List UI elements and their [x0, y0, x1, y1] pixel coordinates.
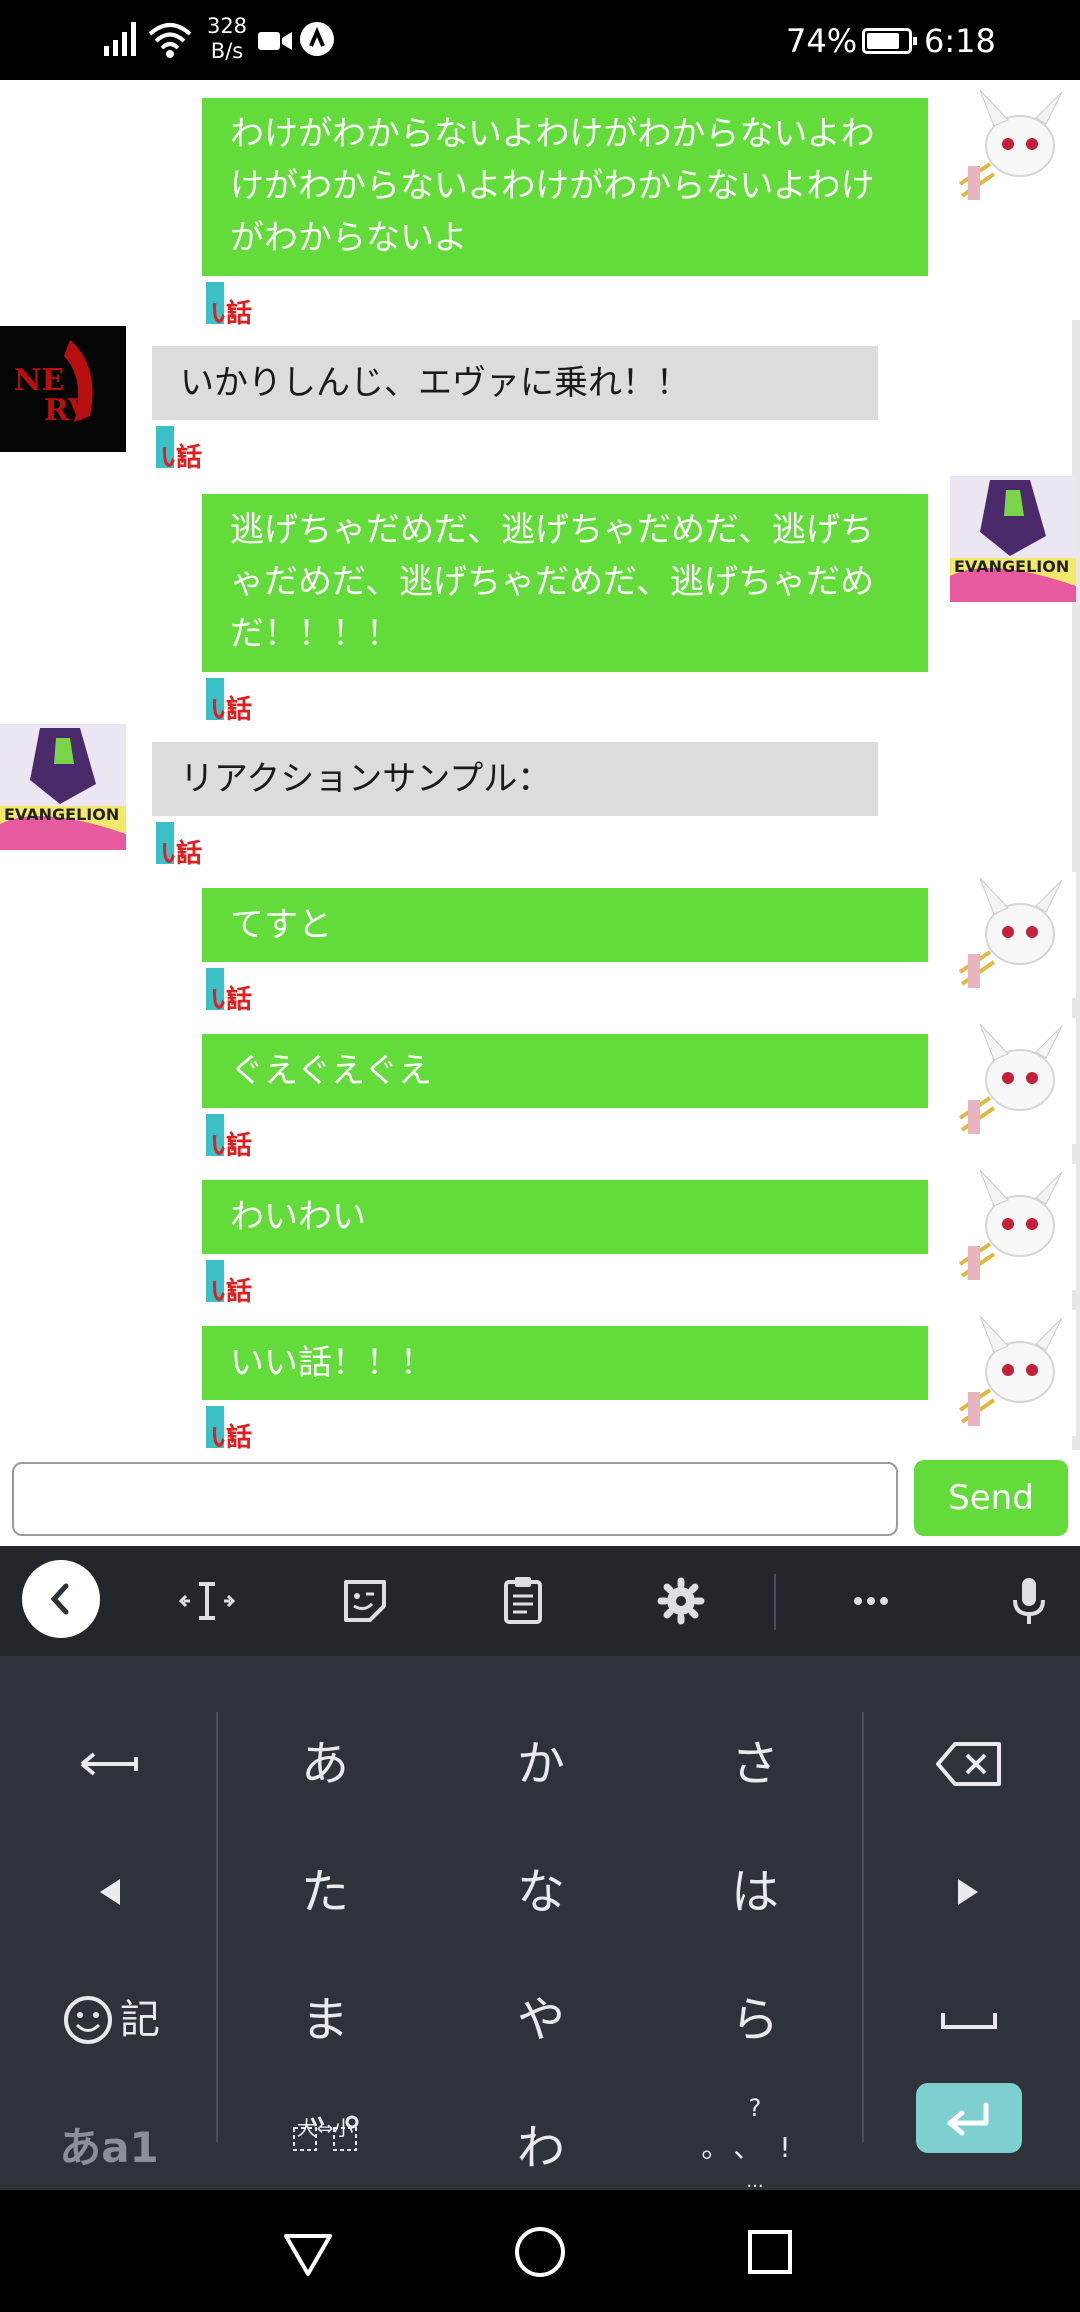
svg-text:RV: RV: [44, 393, 92, 428]
gear-icon[interactable]: [640, 1560, 722, 1642]
message-bubble-mine[interactable]: いい話！！！: [202, 1326, 928, 1400]
kyubey-avatar[interactable]: [950, 84, 1076, 210]
chat-area[interactable]: わけがわからないよわけがわからないよわけがわからないよわけがわからないよわけがわ…: [0, 80, 1080, 1450]
wifi-icon: [148, 23, 192, 58]
sticker-icon[interactable]: [324, 1560, 406, 1642]
kyubey-avatar[interactable]: [950, 872, 1076, 998]
reaction-icon[interactable]: い話: [202, 1256, 254, 1307]
key-sa[interactable]: さ: [670, 1700, 840, 1828]
keyboard-toolbar: [0, 1546, 1080, 1656]
home-circle-icon[interactable]: [512, 2224, 568, 2280]
clipboard-icon[interactable]: [482, 1560, 564, 1642]
message-bubble-mine[interactable]: てすと: [202, 888, 928, 962]
japanese-keyboard: あ か さ た な は 記 ま や ら あa1 大⇔小 わ ? 。、! ...: [0, 1656, 1080, 2192]
send-button[interactable]: Send: [914, 1460, 1068, 1536]
message-bubble-mine[interactable]: わけがわからないよわけがわからないよわけがわからないよわけがわからないよわけがわ…: [202, 98, 928, 276]
svg-text:話: 話: [176, 442, 202, 472]
emoji-key[interactable]: 記: [24, 1956, 194, 2084]
reaction-icon[interactable]: い話: [202, 1402, 254, 1450]
video-icon: [258, 32, 292, 50]
key-ka[interactable]: か: [456, 1700, 626, 1828]
message-composer: Send: [0, 1450, 1080, 1546]
back-icon[interactable]: [22, 1560, 100, 1638]
svg-text:話: 話: [176, 838, 202, 868]
svg-text:話: 話: [226, 1130, 252, 1160]
svg-text:EVANGELION: EVANGELION: [954, 557, 1069, 576]
cursor-left-key[interactable]: [24, 1828, 194, 1956]
evangelion-avatar[interactable]: EVANGELION: [0, 724, 126, 850]
message-bubble-theirs[interactable]: いかりしんじ、エヴァに乗れ！！: [152, 346, 878, 420]
kyubey-avatar[interactable]: [950, 1018, 1076, 1144]
more-icon[interactable]: [830, 1560, 912, 1642]
cursor-icon[interactable]: [166, 1560, 248, 1642]
reaction-icon[interactable]: い話: [152, 818, 204, 869]
svg-text:EVANGELION: EVANGELION: [4, 805, 119, 824]
keyboard-divider: [216, 1712, 218, 2142]
backspace-key[interactable]: [884, 1700, 1054, 1828]
cursor-right-key[interactable]: [884, 1828, 1054, 1956]
toolbar-divider: [774, 1574, 776, 1630]
message-input[interactable]: [12, 1462, 898, 1536]
svg-text:話: 話: [226, 984, 252, 1014]
evangelion-avatar[interactable]: EVANGELION: [950, 476, 1076, 602]
undo-key[interactable]: [24, 1700, 194, 1828]
key-a[interactable]: あ: [240, 1700, 410, 1828]
message-bubble-mine[interactable]: ぐえぐえぐえ: [202, 1034, 928, 1108]
battery-icon: [862, 28, 917, 54]
space-key[interactable]: [884, 1956, 1054, 2084]
microphone-icon[interactable]: [988, 1560, 1070, 1642]
signal-icon: [104, 22, 140, 56]
kyubey-avatar[interactable]: [950, 1310, 1076, 1436]
recents-square-icon[interactable]: [742, 2224, 798, 2280]
kyubey-avatar[interactable]: [950, 1164, 1076, 1290]
a-badge-icon: [300, 22, 334, 56]
net-speed: 328 B/s: [202, 14, 252, 64]
reaction-icon[interactable]: い話: [202, 674, 254, 725]
message-bubble-mine[interactable]: わいわい: [202, 1180, 928, 1254]
nerv-avatar[interactable]: NE RV: [0, 326, 126, 452]
key-ma[interactable]: ま: [240, 1956, 410, 2084]
navigation-bar: [0, 2190, 1080, 2312]
net-speed-unit: B/s: [210, 39, 244, 63]
reaction-icon[interactable]: い話: [202, 278, 254, 329]
keyboard-divider: [862, 1712, 864, 2142]
svg-text:話: 話: [226, 694, 252, 724]
key-ha[interactable]: は: [670, 1828, 840, 1956]
reaction-icon[interactable]: い話: [152, 422, 204, 473]
message-bubble-mine[interactable]: 逃げちゃだめだ、逃げちゃだめだ、逃げちゃだめだ、逃げちゃだめだ、逃げちゃだめだ！…: [202, 494, 928, 672]
clock: 6:18: [924, 22, 996, 60]
message-bubble-theirs[interactable]: リアクションサンプル：: [152, 742, 878, 816]
reaction-icon[interactable]: い話: [202, 1110, 254, 1161]
key-ya[interactable]: や: [456, 1956, 626, 2084]
reaction-icon[interactable]: い話: [202, 964, 254, 1015]
svg-text:話: 話: [226, 298, 252, 328]
net-speed-value: 328: [206, 14, 248, 38]
svg-text:話: 話: [226, 1276, 252, 1306]
status-bar: 328 B/s 74% 6:18: [0, 0, 1080, 80]
key-ta[interactable]: た: [240, 1828, 410, 1956]
battery-percent: 74%: [786, 22, 858, 60]
svg-text:話: 話: [226, 1422, 252, 1450]
emoji-key-label: 記: [120, 1997, 160, 2043]
back-triangle-icon[interactable]: [280, 2224, 336, 2280]
key-na[interactable]: な: [456, 1828, 626, 1956]
dakuten-key-label: 大⇔小: [296, 2116, 354, 2140]
enter-key[interactable]: [916, 2083, 1022, 2153]
